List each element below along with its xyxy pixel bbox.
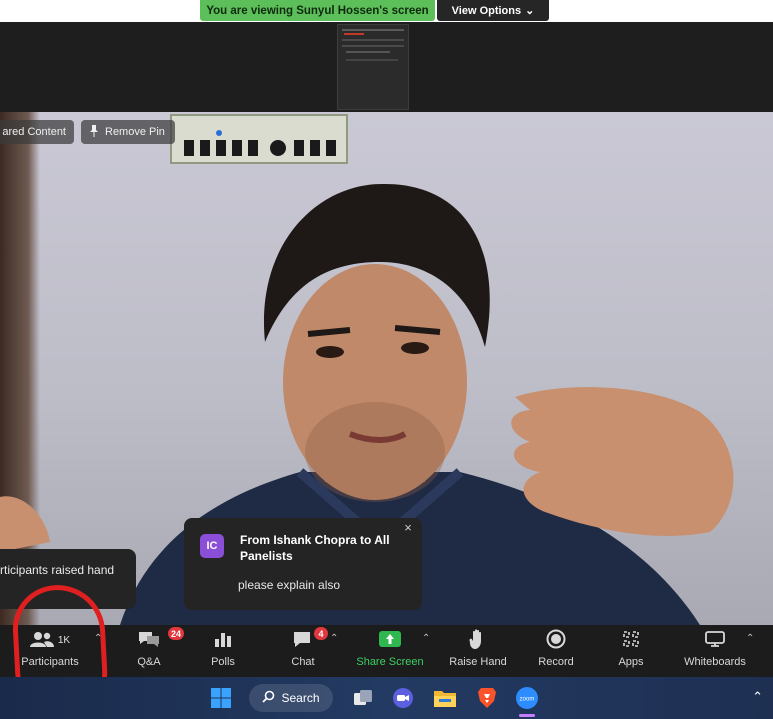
chat-button[interactable]: 4 Chat [283, 625, 328, 677]
qa-icon [138, 630, 160, 651]
windows-start-icon[interactable] [208, 685, 234, 711]
viewing-screen-banner: You are viewing Sunyul Hossen's screen [200, 0, 435, 21]
apps-button[interactable]: Apps [614, 625, 648, 677]
whiteboards-caret-icon[interactable]: ⌃ [746, 633, 754, 644]
whiteboards-button[interactable]: Whiteboards [680, 625, 750, 677]
shared-content-button[interactable]: ared Content [0, 120, 74, 144]
share-screen-label: Share Screen [356, 656, 424, 668]
taskbar-search[interactable]: Search [249, 684, 333, 712]
chat-label: Chat [291, 656, 315, 668]
whiteboards-label: Whiteboards [684, 656, 746, 668]
zoom-webinar-window: You are viewing Sunyul Hossen's screen V… [0, 0, 773, 719]
chat-icon [292, 629, 314, 652]
qa-badge: 24 [168, 627, 185, 640]
close-icon[interactable]: × [402, 521, 414, 534]
search-icon [262, 690, 275, 706]
raise-hand-label: Raise Hand [449, 656, 507, 668]
raised-hand-text: rticipants raised hand [0, 563, 115, 577]
file-explorer-icon[interactable] [432, 685, 458, 711]
polls-label: Polls [211, 656, 235, 668]
active-app-indicator [519, 714, 535, 717]
chevron-up-icon[interactable]: ⌃ [752, 689, 763, 705]
view-options-label: View Options [451, 4, 522, 17]
raise-hand-button[interactable]: Raise Hand [446, 625, 510, 677]
record-icon [546, 629, 566, 652]
qa-button[interactable]: 24 Q&A [126, 625, 185, 677]
whiteboard-icon [704, 630, 726, 651]
polls-button[interactable]: Polls [202, 625, 244, 677]
brave-browser-icon[interactable] [474, 685, 500, 711]
zoom-app-icon[interactable]: zoom [514, 685, 540, 711]
chat-notification-title: From Ishank Chopra to All Panelists [240, 533, 390, 563]
pin-icon [89, 124, 99, 140]
chat-badge: 4 [314, 627, 328, 640]
record-label: Record [538, 656, 574, 668]
raise-hand-icon [469, 628, 487, 653]
apps-label: Apps [618, 656, 644, 668]
record-button[interactable]: Record [534, 625, 578, 677]
remove-pin-button[interactable]: Remove Pin [81, 120, 175, 144]
meet-app-icon[interactable] [390, 685, 416, 711]
view-options-button[interactable]: View Options ⌄ [437, 0, 549, 21]
zoom-app-icon-text: zoom [520, 697, 535, 703]
windows-taskbar: Search zoom ⌃ [0, 677, 773, 719]
avatar: IC [200, 534, 224, 558]
chat-notification-message: please explain also [238, 578, 341, 592]
share-screen-icon [378, 630, 402, 651]
remove-pin-label: Remove Pin [105, 126, 165, 138]
taskbar-search-label: Search [281, 691, 320, 705]
share-screen-caret-icon[interactable]: ⌃ [422, 633, 430, 644]
apps-icon [622, 630, 640, 651]
shared-content-label: ared Content [2, 126, 66, 138]
polls-icon [214, 631, 232, 650]
shared-screen-strip [0, 22, 773, 112]
share-screen-button[interactable]: Share Screen [354, 625, 426, 677]
chat-caret-icon[interactable]: ⌃ [330, 633, 338, 644]
shared-screen-thumbnail[interactable] [337, 24, 409, 110]
meeting-toolbar: 1K Participants ⌃ 24 Q&A Polls 4 Chat ⌃ … [0, 625, 773, 677]
top-bar: You are viewing Sunyul Hossen's screen V… [0, 0, 773, 22]
chat-notification[interactable]: IC From Ishank Chopra to All Panelists p… [184, 518, 422, 610]
qa-label: Q&A [137, 656, 161, 668]
chevron-down-icon: ⌄ [525, 5, 535, 17]
task-view-icon[interactable] [350, 685, 376, 711]
